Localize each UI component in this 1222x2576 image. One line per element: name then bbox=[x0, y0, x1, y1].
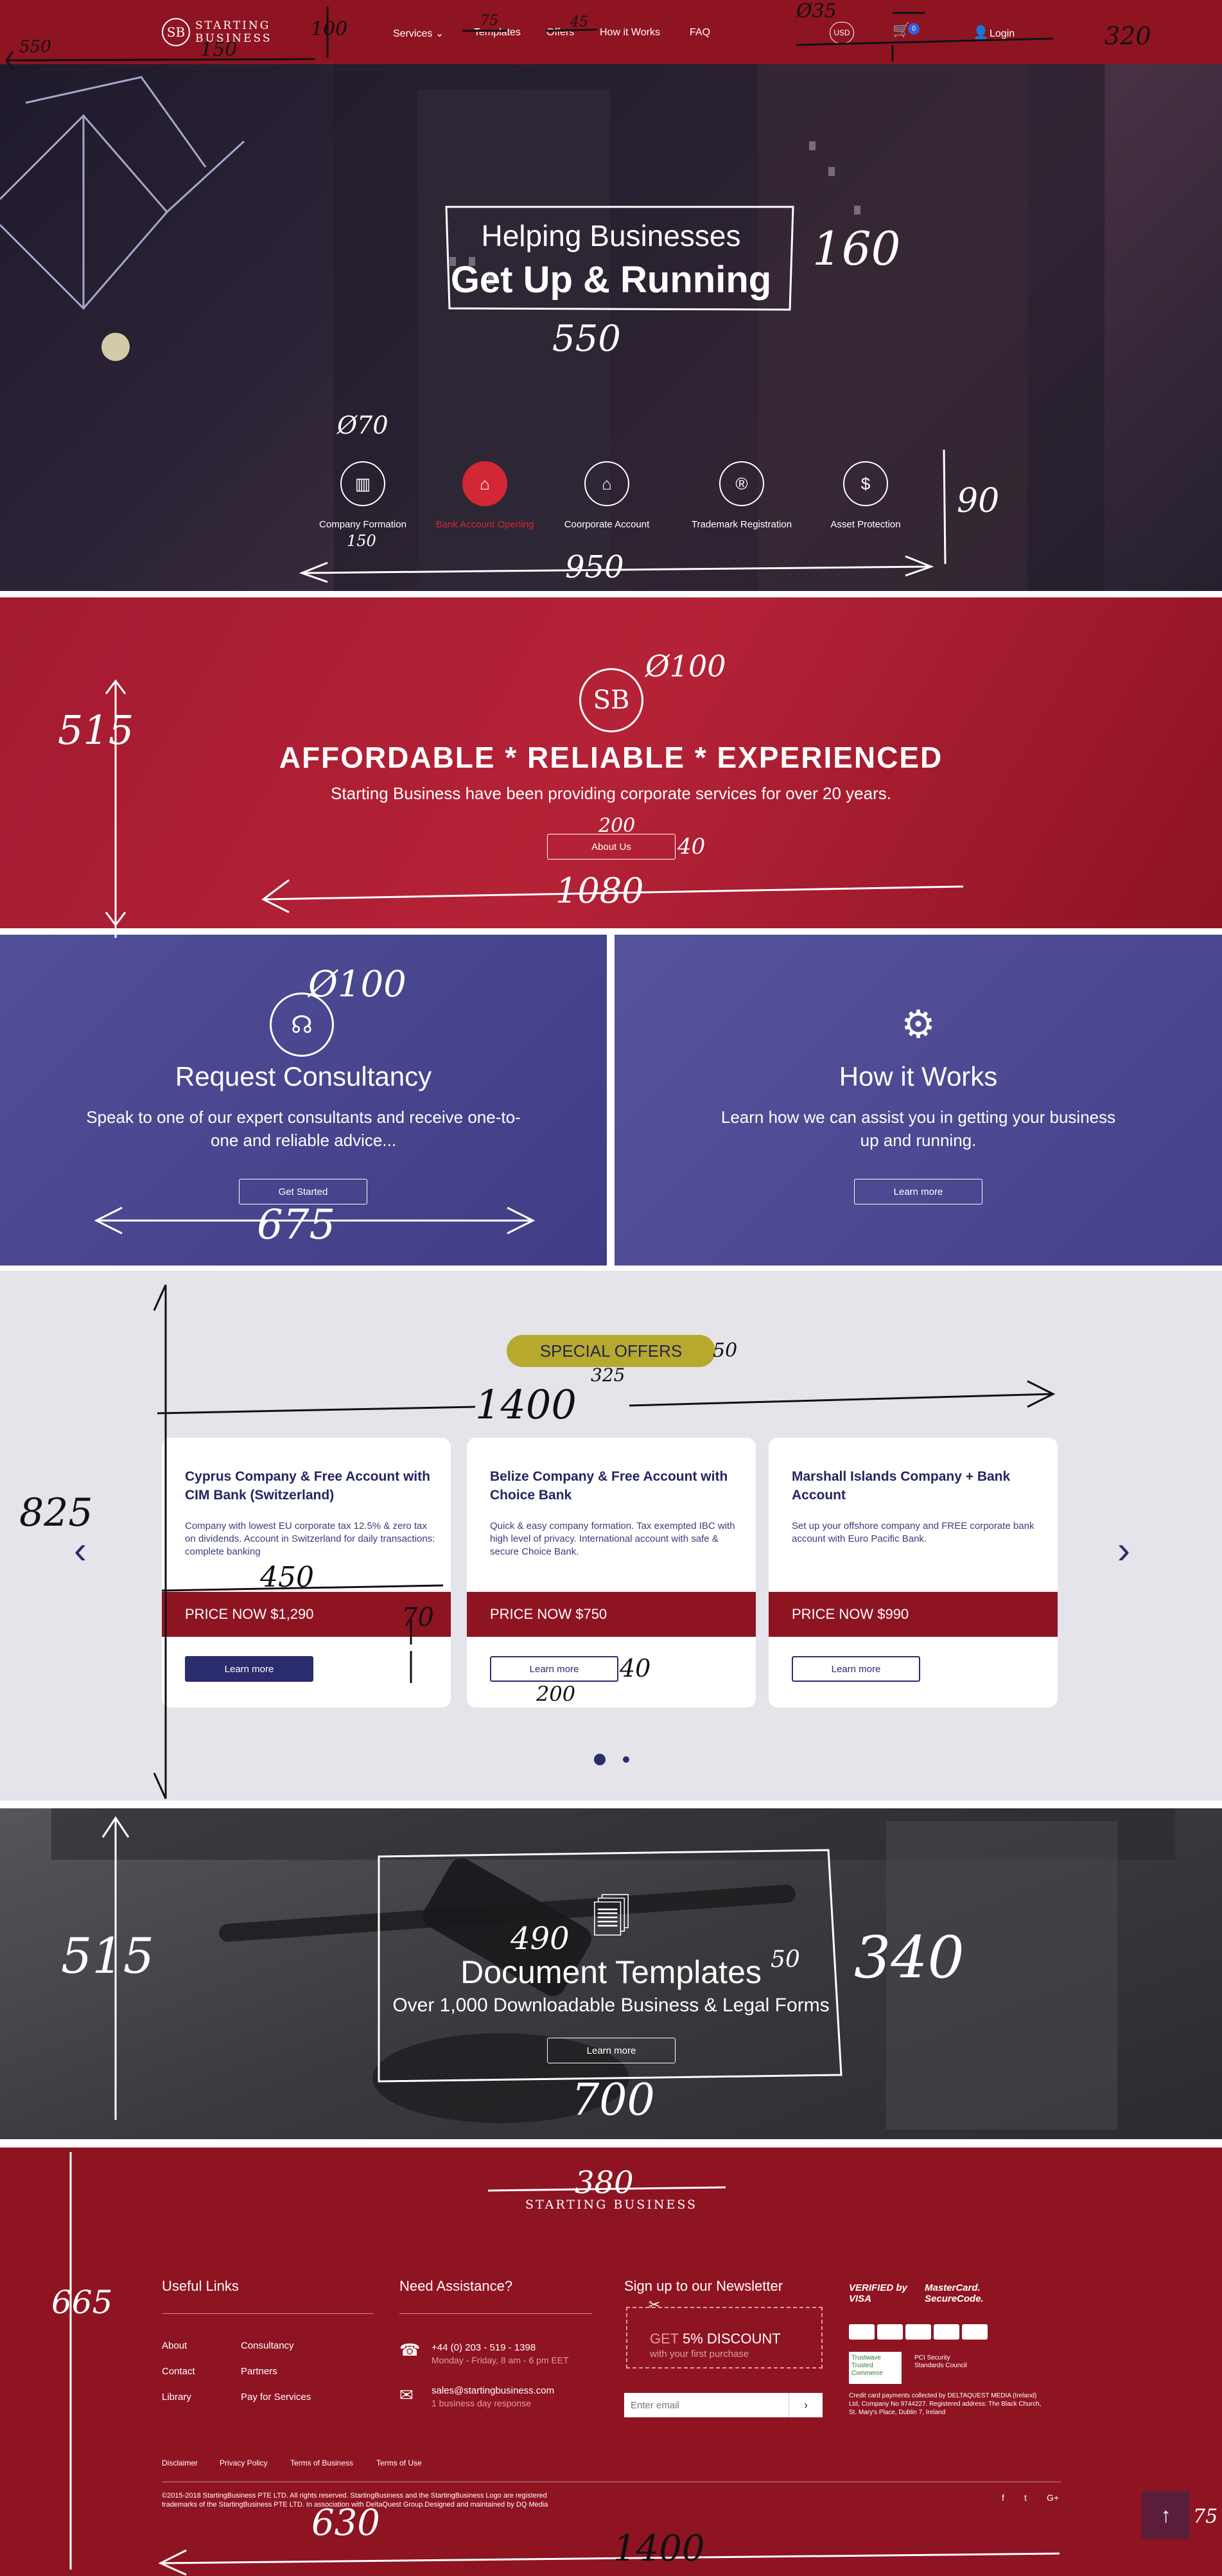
annotation-lines bbox=[5, 6, 1060, 2576]
